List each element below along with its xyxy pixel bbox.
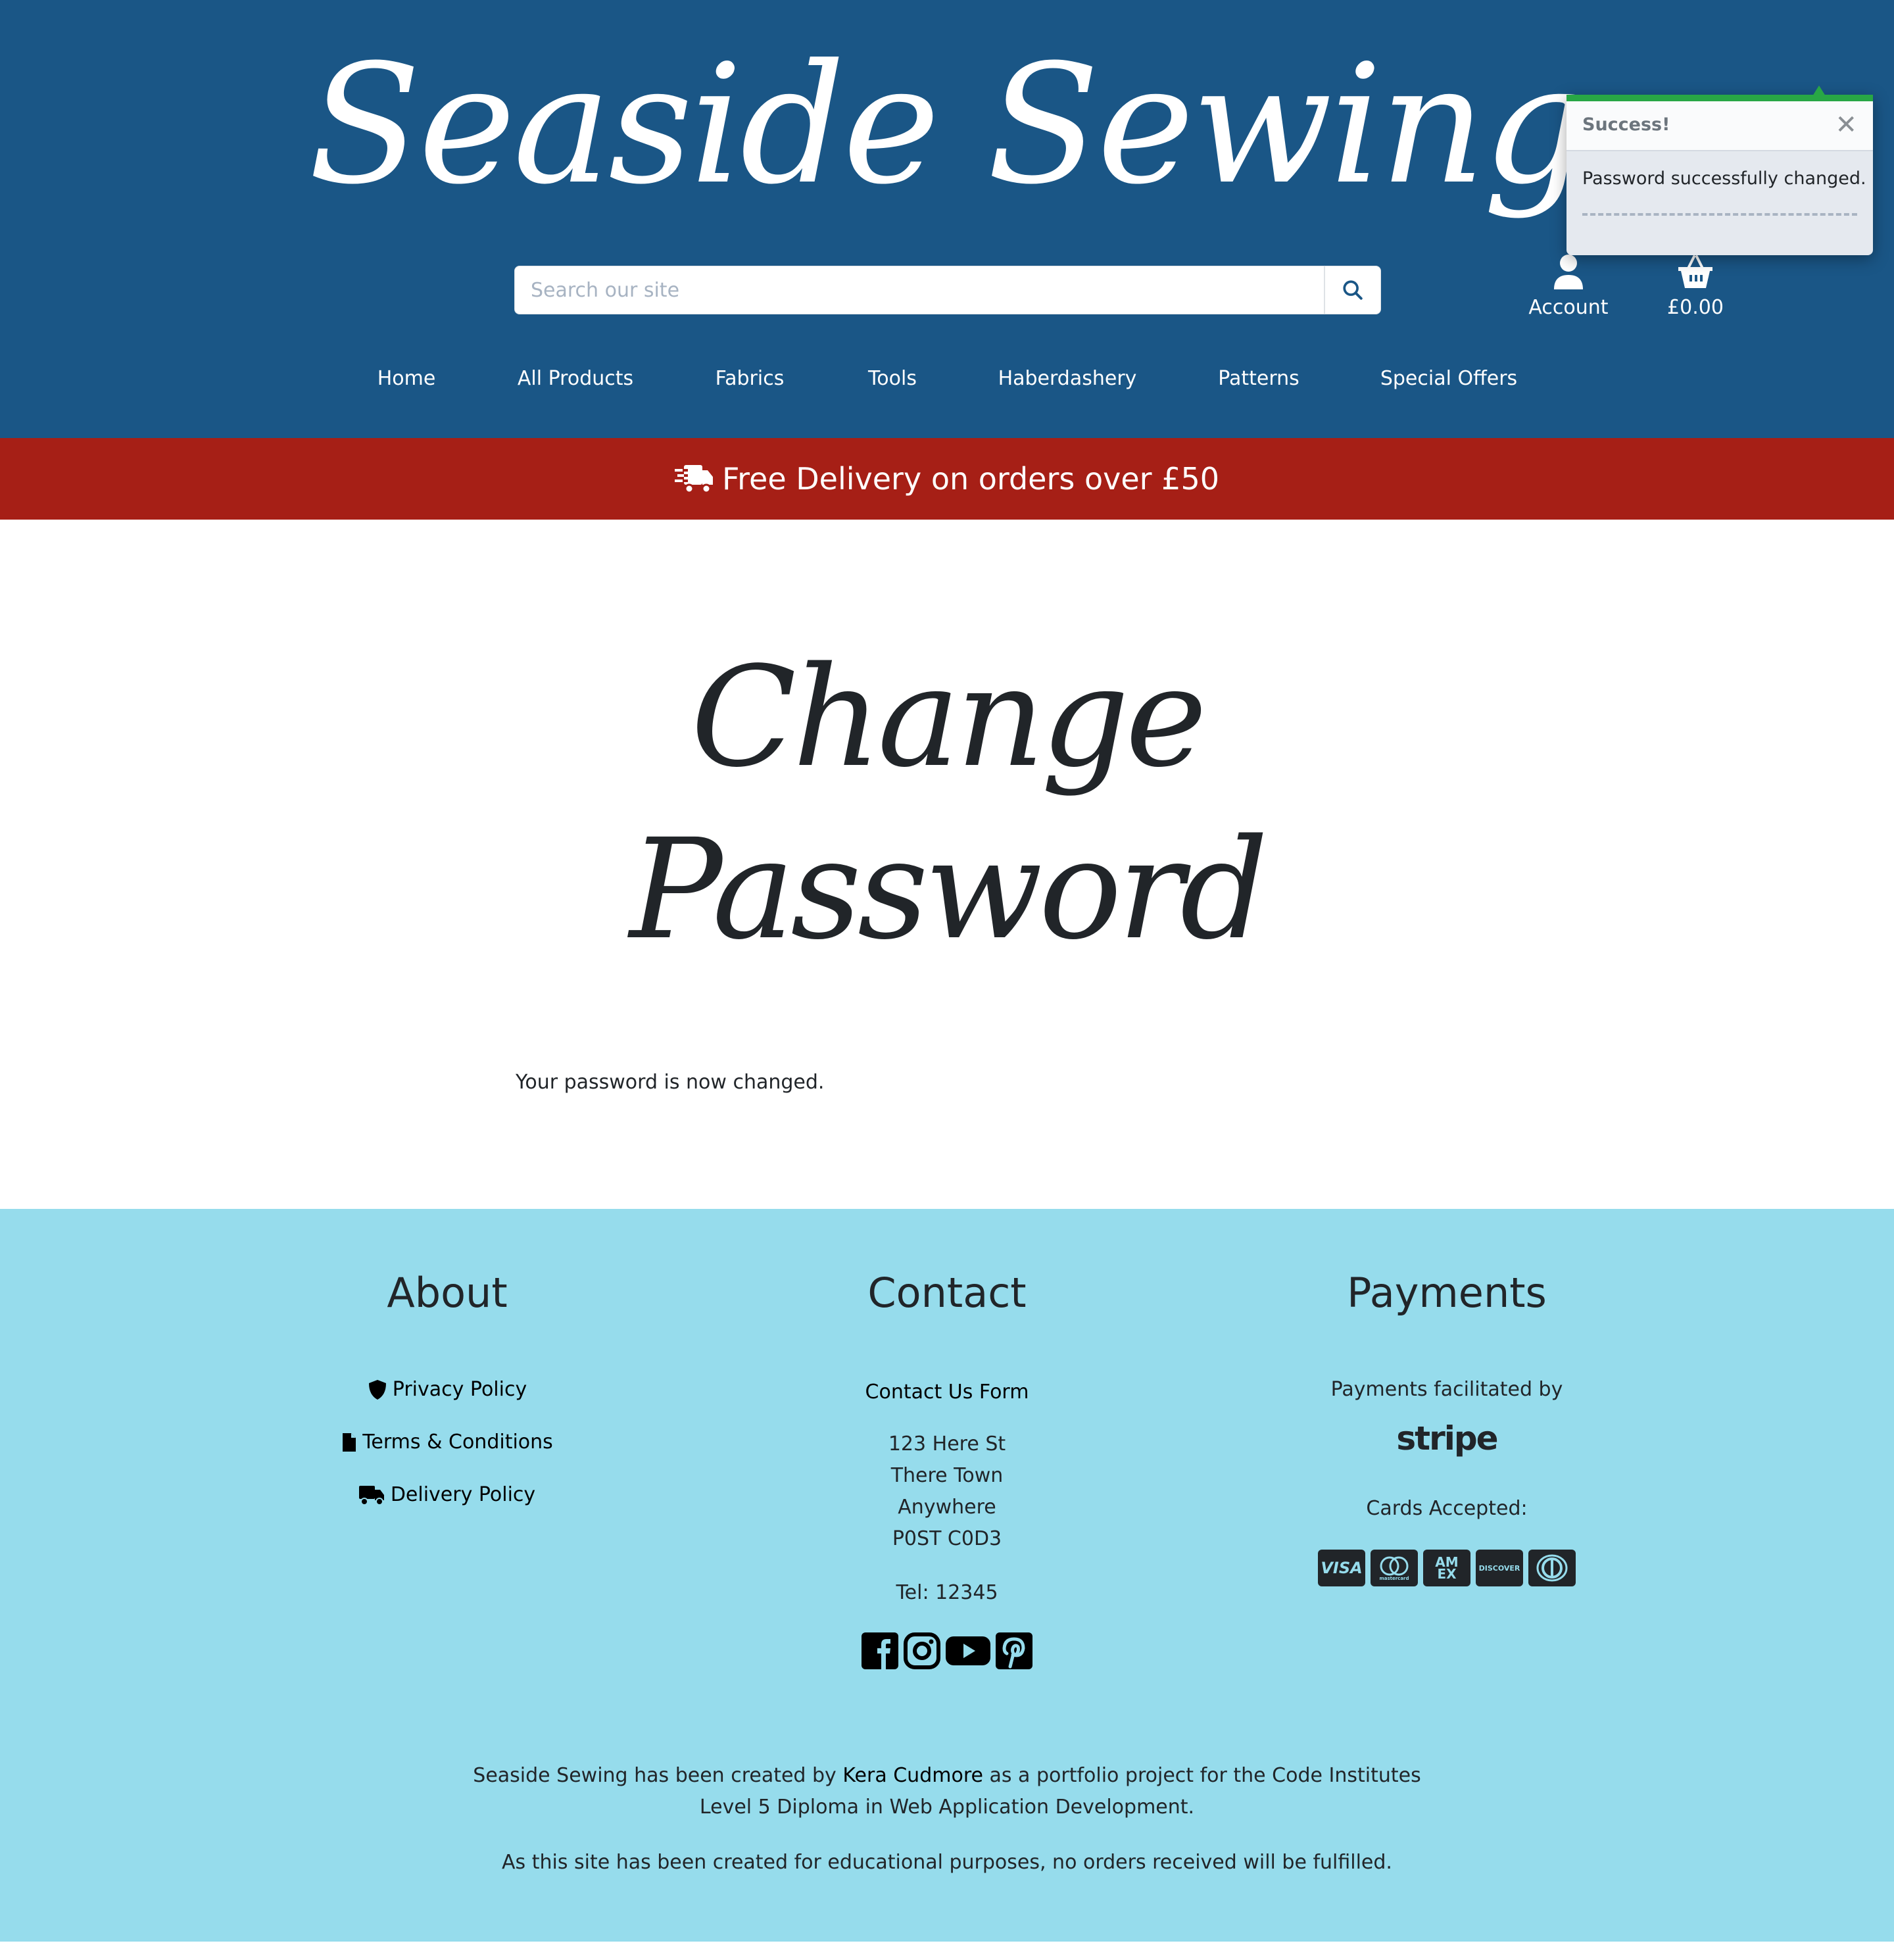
toast-title: Success! xyxy=(1582,114,1670,135)
search-icon xyxy=(1343,280,1363,300)
terms-conditions-label: Terms & Conditions xyxy=(362,1431,553,1454)
footer-contact-heading: Contact xyxy=(867,1269,1027,1317)
nav-home[interactable]: Home xyxy=(377,360,436,397)
stripe-logo: stripe xyxy=(1396,1419,1498,1458)
nav-patterns[interactable]: Patterns xyxy=(1218,360,1299,397)
terms-conditions-link[interactable]: Terms & Conditions xyxy=(210,1429,684,1456)
facebook-icon[interactable] xyxy=(862,1632,898,1672)
delivery-banner: Free Delivery on orders over £50 xyxy=(0,438,1894,520)
delivery-policy-label: Delivery Policy xyxy=(390,1483,536,1506)
toast-message: Password successfully changed. xyxy=(1582,168,1866,189)
search-input[interactable] xyxy=(515,266,1324,314)
toast-divider xyxy=(1582,213,1857,216)
basket-link[interactable]: £0.00 xyxy=(1636,254,1755,319)
toast-header: Success! ✕ xyxy=(1566,101,1873,151)
basket-total: £0.00 xyxy=(1667,296,1724,319)
search-button[interactable] xyxy=(1324,266,1380,314)
search-form xyxy=(514,266,1381,314)
truck-icon xyxy=(358,1486,384,1506)
close-icon[interactable]: ✕ xyxy=(1835,109,1857,141)
mastercard-icon: mastercard xyxy=(1371,1550,1418,1586)
nav-all-products[interactable]: All Products xyxy=(518,360,633,397)
shipping-fast-icon xyxy=(675,465,714,494)
instagram-icon[interactable] xyxy=(904,1632,940,1672)
nav-fabrics[interactable]: Fabrics xyxy=(716,360,785,397)
page-title-line-2: Password xyxy=(629,809,1269,970)
site-footer: About Privacy Policy Terms & Conditions … xyxy=(0,1209,1894,1942)
page-title: Change Password xyxy=(0,631,1894,976)
address-line-2: There Town xyxy=(890,1464,1004,1487)
youtube-icon[interactable] xyxy=(946,1632,990,1672)
diners-club-icon xyxy=(1528,1550,1576,1586)
svg-text:mastercard: mastercard xyxy=(1379,1576,1409,1581)
basket-icon xyxy=(1678,255,1712,288)
account-link[interactable]: Account xyxy=(1509,254,1628,319)
page-title-line-1: Change xyxy=(691,637,1207,798)
user-icon xyxy=(1554,255,1583,289)
author-link[interactable]: Kera Cudmore xyxy=(842,1764,983,1787)
account-label: Account xyxy=(1528,296,1609,319)
address-line-4: P0ST C0D3 xyxy=(892,1527,1002,1550)
payments-facilitated-text: Payments facilitated by xyxy=(1330,1378,1563,1401)
file-icon xyxy=(343,1433,356,1452)
nav-special-offers[interactable]: Special Offers xyxy=(1380,360,1517,397)
nav-tools[interactable]: Tools xyxy=(868,360,917,397)
cards-accepted-label: Cards Accepted: xyxy=(1366,1497,1528,1520)
shield-icon xyxy=(368,1380,386,1400)
amex-icon: AM EX xyxy=(1423,1550,1470,1586)
pinterest-icon[interactable] xyxy=(996,1632,1032,1672)
nav-haberdashery[interactable]: Haberdashery xyxy=(998,360,1137,397)
success-toast: Success! ✕ Password successfully changed… xyxy=(1566,86,1873,255)
telephone: Tel: 12345 xyxy=(896,1581,998,1604)
discover-icon: DISCOVER xyxy=(1476,1550,1523,1586)
visa-icon: VISA xyxy=(1318,1550,1365,1586)
address-line-1: 123 Here St xyxy=(888,1433,1006,1456)
privacy-policy-label: Privacy Policy xyxy=(392,1378,527,1401)
disclaimer-text: As this site has been created for educat… xyxy=(502,1851,1392,1874)
main-nav: Home All Products Fabrics Tools Haberdas… xyxy=(0,360,1894,397)
social-links xyxy=(710,1632,1184,1672)
contact-us-form-link[interactable]: Contact Us Form xyxy=(710,1379,1184,1406)
toast-accent-bar xyxy=(1566,95,1873,101)
delivery-banner-text: Free Delivery on orders over £50 xyxy=(722,461,1219,497)
delivery-policy-link[interactable]: Delivery Policy xyxy=(210,1482,684,1508)
address-line-3: Anywhere xyxy=(898,1496,996,1519)
privacy-policy-link[interactable]: Privacy Policy xyxy=(210,1377,684,1403)
password-changed-message: Your password is now changed. xyxy=(516,1071,825,1094)
footer-about-heading: About xyxy=(387,1269,508,1317)
card-icons: VISA mastercard AM EX DISCOVER xyxy=(1210,1550,1684,1586)
credits-text: Seaside Sewing has been created by Kera … xyxy=(473,1764,1421,1819)
footer-payments-heading: Payments xyxy=(1347,1269,1547,1317)
